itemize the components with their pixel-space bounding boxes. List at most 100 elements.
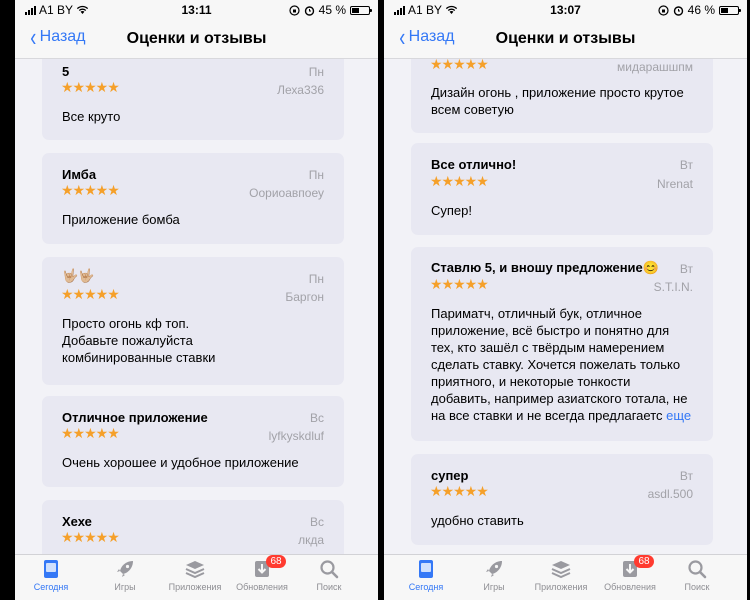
review-stars: ★★★★★	[430, 59, 489, 72]
tab-games[interactable]: Игры	[464, 558, 524, 592]
rocket-icon	[486, 561, 502, 577]
review-card[interactable]: Все отлично! Вт ★★★★★ Nrenat Супер!	[411, 143, 713, 235]
rocket-icon	[117, 561, 133, 577]
battery-icon	[350, 5, 372, 15]
today-icon	[44, 560, 58, 578]
review-stars: ★★★★★	[61, 529, 120, 545]
review-day: Пн	[308, 168, 324, 182]
review-card[interactable]: Имба Пн ★★★★★ Оориоавпоеу Приложение бом…	[42, 153, 344, 244]
tab-games[interactable]: Игры	[95, 558, 155, 592]
review-day: Вс	[309, 515, 324, 529]
review-stars: ★★★★★	[61, 286, 120, 302]
review-card[interactable]: Хехе Вс ★★★★★ лкда	[42, 500, 344, 555]
review-body: Дизайн огонь , приложение просто крутое …	[431, 85, 684, 117]
review-author: Леха336	[277, 83, 324, 97]
review-day: Вс	[309, 411, 324, 425]
reviews-list[interactable]: 5 Пн ★★★★★ Леха336 Все круто Имба Пн ★★★…	[15, 59, 378, 555]
review-day: Вт	[679, 469, 693, 483]
tab-today[interactable]: Сегодня	[21, 558, 81, 592]
review-title: супер	[431, 468, 469, 483]
tab-apps[interactable]: Приложения	[531, 558, 591, 592]
review-card[interactable]: 5 Пн ★★★★★ Леха336 Все круто	[42, 59, 344, 140]
review-day: Вт	[679, 158, 693, 172]
tab-search[interactable]: Поиск	[667, 558, 727, 592]
review-author: asdl.500	[647, 487, 693, 501]
today-icon	[419, 560, 433, 578]
review-day: Пн	[308, 272, 324, 286]
review-body: Приложение бомба	[62, 212, 180, 227]
review-author: Оориоавпоеу	[249, 186, 324, 200]
review-author: лкда	[298, 533, 324, 547]
review-text: Париматч, отличный бук, отличное приложе…	[431, 306, 688, 423]
tab-today[interactable]: Сегодня	[396, 558, 456, 592]
review-title: Отличное приложение	[62, 410, 208, 425]
review-author: S.T.I.N.	[653, 280, 693, 294]
review-title: Ставлю 5, и вношу предложение😊	[431, 260, 659, 275]
search-icon	[688, 560, 707, 579]
review-stars: ★★★★★	[430, 173, 489, 189]
review-body: Просто огонь кф топ. Добавьте пожалуйста…	[62, 316, 216, 365]
tab-label: Игры	[483, 582, 505, 592]
review-card[interactable]: Отличное приложение Вс ★★★★★ lyfkyskdluf…	[42, 396, 344, 487]
tab-label: Сегодня	[33, 582, 69, 592]
tab-label: Приложения	[534, 582, 588, 592]
phone-screen-left: A1 BY 13:11 45 % ‹ Назад Оценки и отзывы…	[15, 0, 378, 600]
review-title: Все отлично!	[431, 157, 517, 172]
review-author: мидарашшпм	[617, 60, 693, 74]
review-author: Nrenat	[656, 177, 693, 191]
tab-bar: Сегодня Игры Приложения 68 Обновления По…	[15, 554, 378, 600]
review-stars: ★★★★★	[61, 79, 120, 95]
review-body: Супер!	[431, 203, 472, 218]
apps-stack-icon	[185, 561, 205, 579]
phone-screen-right: A1 BY 13:07 46 % ‹ Назад Оценки и отзывы…	[384, 0, 747, 600]
battery-percent: 45 %	[318, 3, 346, 17]
review-card[interactable]: ★★★★★ мидарашшпм Дизайн огонь , приложен…	[411, 59, 713, 133]
review-day: Пн	[308, 65, 324, 79]
review-author: Баргон	[285, 290, 324, 304]
review-stars: ★★★★★	[61, 425, 120, 441]
review-body: Все круто	[62, 109, 121, 124]
review-stars: ★★★★★	[61, 182, 120, 198]
reviews-list[interactable]: ★★★★★ мидарашшпм Дизайн огонь , приложен…	[384, 59, 747, 555]
alarm-icon	[304, 5, 314, 16]
review-card[interactable]: 🤟🏼🤟🏼 Пн ★★★★★ Баргон Просто огонь кф топ…	[42, 257, 344, 385]
more-link[interactable]: еще	[666, 408, 691, 423]
review-day: Вт	[679, 262, 693, 276]
search-icon	[320, 560, 339, 579]
tab-label: Приложения	[168, 582, 222, 592]
orientation-lock-icon	[658, 4, 669, 16]
tab-search[interactable]: Поиск	[299, 558, 359, 592]
tab-updates[interactable]: 68 Обновления	[232, 555, 292, 592]
tab-label: Игры	[114, 582, 136, 592]
review-title: 5	[62, 64, 70, 79]
tab-apps[interactable]: Приложения	[165, 558, 225, 592]
review-card[interactable]: Ставлю 5, и вношу предложение😊 Вт ★★★★★ …	[411, 247, 713, 441]
review-title: 🤟🏼🤟🏼	[62, 268, 95, 283]
tab-label: Поиск	[684, 582, 710, 592]
review-title: Хехе	[62, 514, 92, 529]
tab-label: Поиск	[316, 582, 342, 592]
review-body: Париматч, отличный бук, отличное приложе…	[431, 305, 695, 424]
status-bar: A1 BY 13:11 45 %	[15, 0, 378, 20]
apps-stack-icon	[551, 561, 571, 579]
navigation-bar: ‹ Назад Оценки и отзывы	[384, 20, 747, 59]
review-stars: ★★★★★	[430, 276, 489, 292]
page-title: Оценки и отзывы	[126, 30, 267, 47]
updates-badge: 68	[266, 555, 286, 568]
review-body: удобно ставить	[431, 513, 524, 528]
review-author: lyfkyskdluf	[268, 429, 324, 443]
battery-icon	[719, 5, 741, 15]
review-stars: ★★★★★	[430, 483, 489, 499]
tab-label: Обновления	[236, 582, 288, 592]
tab-bar: Сегодня Игры Приложения 68 Обновления По…	[384, 554, 747, 600]
review-card[interactable]: супер Вт ★★★★★ asdl.500 удобно ставить	[411, 454, 713, 545]
tab-updates[interactable]: 68 Обновления	[600, 555, 660, 592]
review-body: Очень хорошее и удобное приложение	[62, 455, 299, 470]
status-bar: A1 BY 13:07 46 %	[384, 0, 747, 20]
orientation-lock-icon	[289, 4, 300, 16]
battery-percent: 46 %	[687, 3, 715, 17]
alarm-icon	[673, 5, 683, 16]
review-title: Имба	[62, 167, 97, 182]
page-title: Оценки и отзывы	[495, 30, 636, 47]
navigation-bar: ‹ Назад Оценки и отзывы	[15, 20, 378, 59]
